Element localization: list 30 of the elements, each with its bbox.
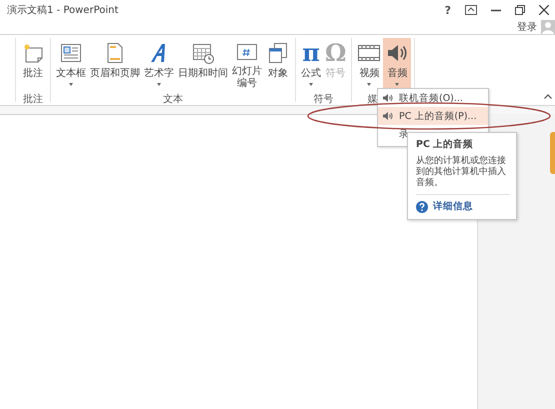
ribbon-button[interactable]: 艺术字 (142, 38, 176, 92)
ribbon-button[interactable]: 对象 (264, 38, 292, 92)
sign-in-link[interactable]: 登录 (517, 20, 537, 34)
ribbon-display-icon[interactable] (465, 5, 477, 15)
ribbon-button[interactable]: 文本框 (54, 38, 88, 92)
group-label: 符号 (314, 93, 334, 105)
ribbon-button[interactable]: 幻灯片 编号 (230, 38, 264, 92)
collapse-ribbon-icon[interactable] (544, 94, 552, 99)
group-label: 文本 (163, 92, 183, 105)
help-button[interactable]: ? (444, 4, 451, 16)
group-label: 批注 (23, 92, 43, 105)
ribbon-button[interactable]: 页眉和页脚 (88, 38, 142, 92)
menu-item[interactable]: 联机音频(O)... (378, 89, 488, 107)
tooltip-title: PC 上的音频 (416, 138, 474, 151)
ribbon-button[interactable]: 批注 (19, 38, 47, 92)
stacked-windows-icon (266, 40, 290, 66)
tooltip-text: 从您的计算机或您连接到的其他计算机中插入音频。 (416, 156, 510, 195)
symbol-glyph: Ω (325, 40, 346, 66)
ribbon-button[interactable]: 日期和时间 (176, 38, 230, 92)
ribbon-button[interactable]: 视频 (355, 38, 384, 92)
help-icon (416, 200, 428, 212)
group-label: 媒 (367, 93, 378, 105)
menu-item[interactable]: PC 上的音频(P)... (378, 107, 488, 125)
more-info-link[interactable]: 详细信息 (433, 200, 473, 213)
window-title: 演示文稿1 - PowerPoint (7, 4, 118, 17)
ribbon-button[interactable]: π 公式 (299, 38, 323, 92)
close-icon[interactable] (539, 5, 549, 15)
symbol-glyph: π (302, 40, 320, 66)
slide-thumbnail[interactable] (550, 132, 555, 174)
restore-icon[interactable] (515, 5, 525, 15)
